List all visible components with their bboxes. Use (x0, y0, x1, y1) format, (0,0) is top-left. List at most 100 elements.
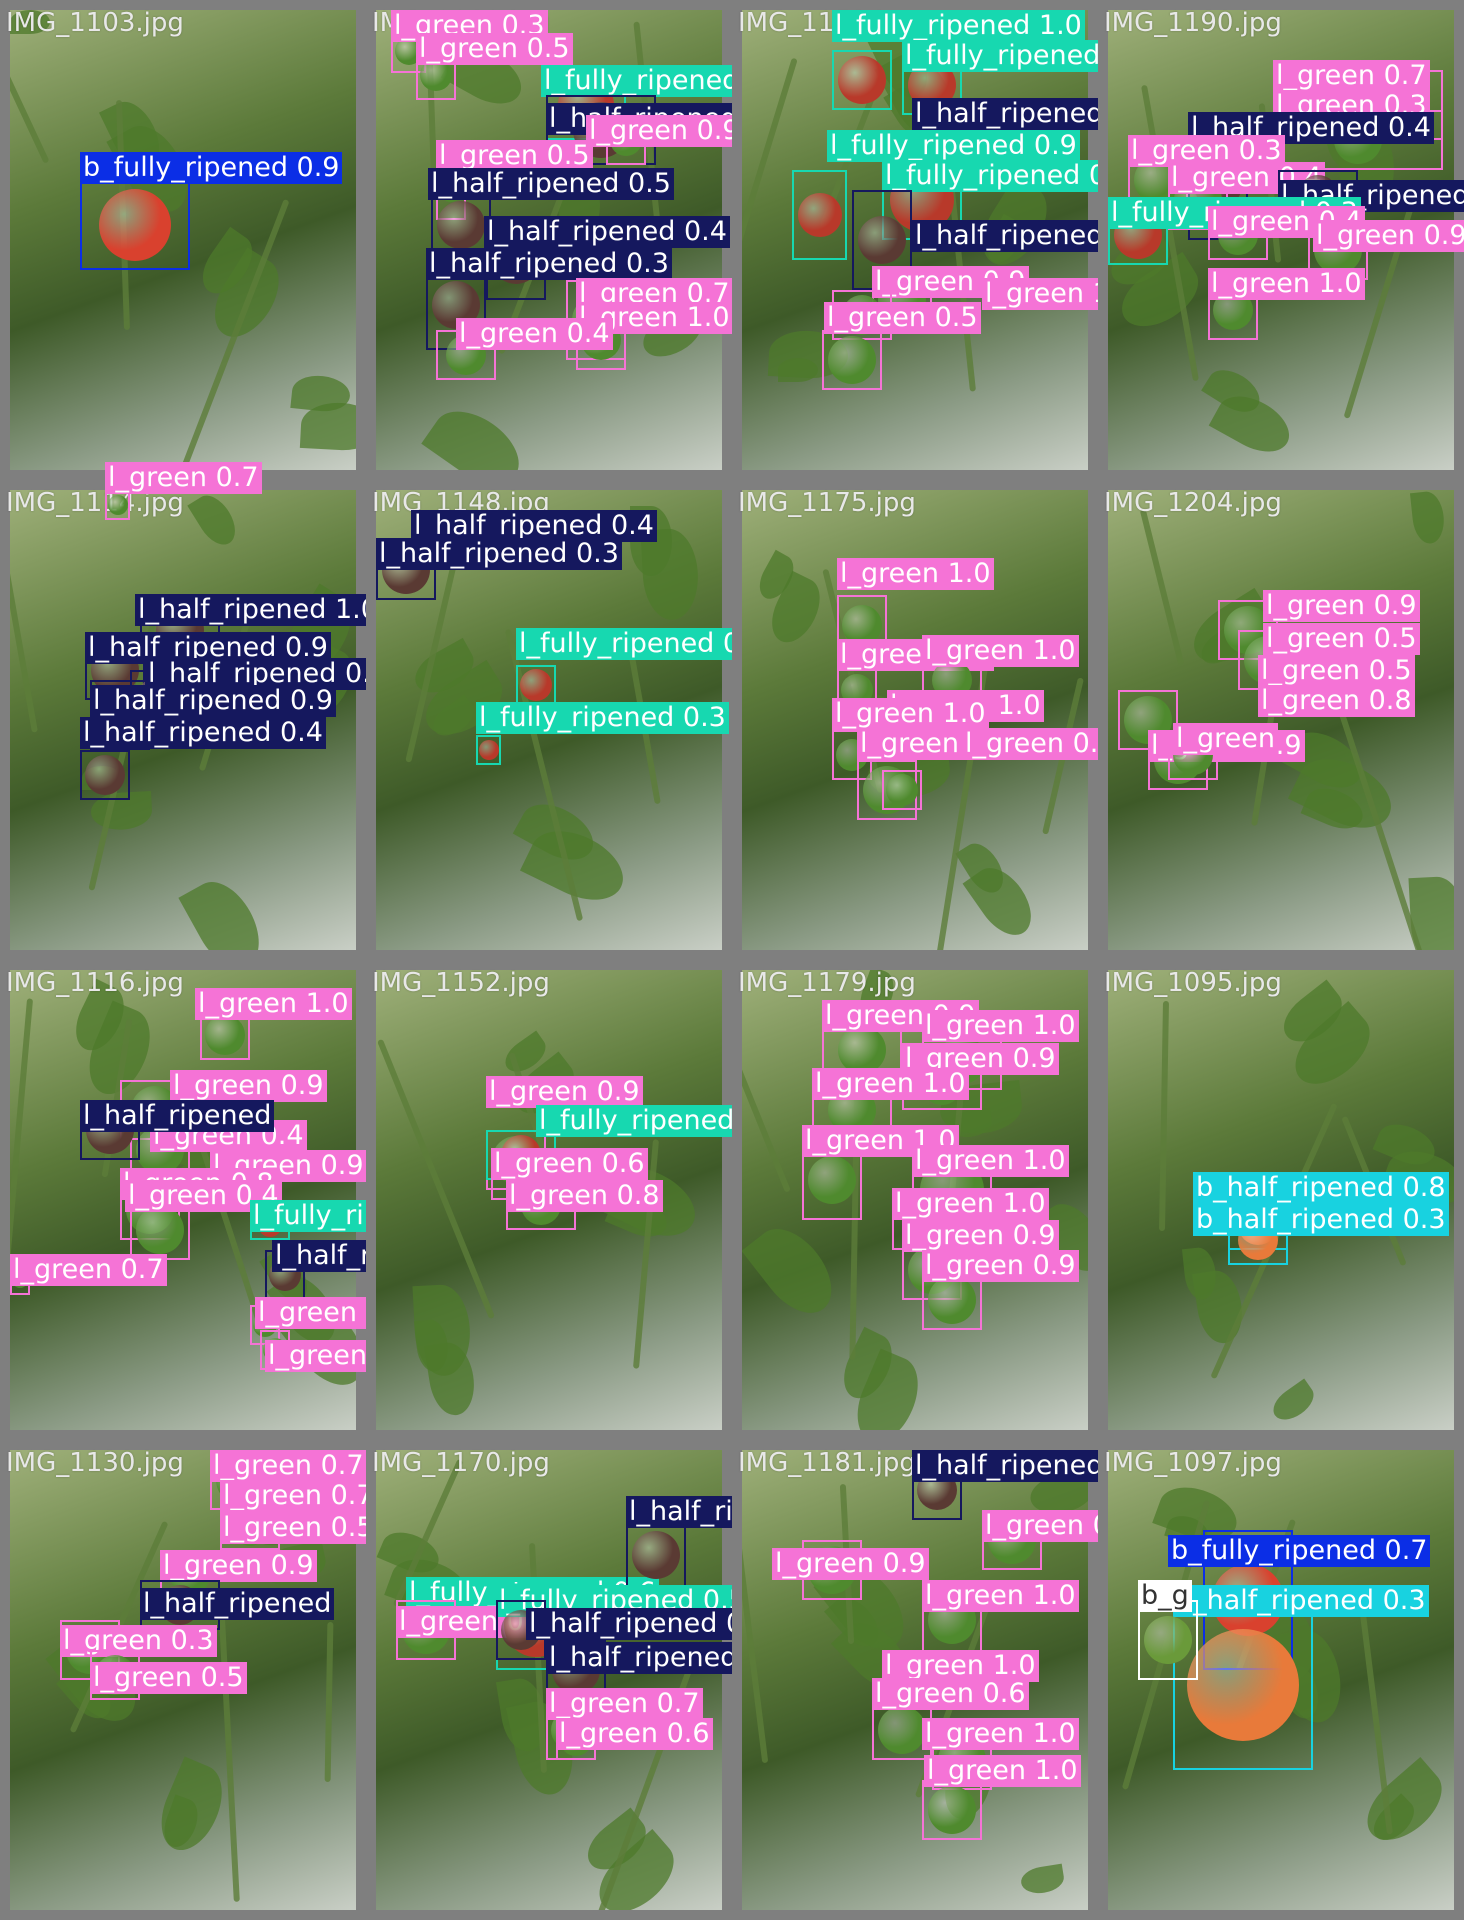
image-filename: IMG_1130.jpg (6, 1448, 184, 1478)
detection-label: l_green 0.5 (220, 1512, 377, 1544)
stem (377, 1038, 495, 1320)
detection-label: l_half_ripened 0.3 (376, 538, 622, 570)
bounding-box (80, 750, 130, 800)
detection-label: l_green 0.7 (10, 1254, 167, 1286)
bounding-box (516, 665, 556, 705)
image-filename: IMG_1175.jpg (738, 488, 916, 518)
image-tile: IMG_1170.jpgl_fully_ripened 0.6l_green 0… (366, 1440, 821, 1920)
image-filename: IMG_1103.jpg (6, 8, 184, 38)
bounding-box (792, 170, 847, 260)
image-filename: IMG_1095.jpg (1104, 968, 1282, 998)
detection-label: l_green 1.0 (922, 635, 1079, 667)
detection-label: l_green 1.0 (195, 988, 352, 1020)
bounding-box (832, 50, 892, 110)
detection-label: l_green 0.9 (962, 728, 1119, 760)
detection-label: l_green 0.9 (922, 1250, 1079, 1282)
detection-label: l_fully_ripened 0.9 (827, 130, 1080, 162)
detection-label: l_fully_ripened 1.0 (832, 10, 1085, 42)
image-tile: IMG_1204.jpg l_green 0.9 l_green 0.5 l_gree… (1098, 480, 1464, 960)
detection-label: b_fully_ripened 0.9 (80, 152, 343, 184)
image-filename: IMG_1181.jpg (738, 1448, 916, 1478)
detection-label: l_green 0.9 (160, 1550, 317, 1582)
bounding-box (80, 180, 190, 270)
detection-label: l_green 0.9 (1313, 220, 1464, 252)
stem (1158, 1000, 1170, 1232)
image-tile: IMG_1181.jpg l_half_ripened 0.6 l_green 0.… (732, 1440, 1158, 1920)
detection-label: l_green 0.9 (1263, 590, 1420, 622)
detection-label: l_green 0.8 (506, 1180, 663, 1212)
detection-label: l_fully_ripened 0.4 (516, 628, 769, 660)
stem (1139, 508, 1185, 666)
bounding-box (882, 770, 922, 810)
image-tile: IMG_1148.jpg l_half_ripened 0.4 l_half_rip… (366, 480, 769, 960)
image-tile: IMG_1116.jpg l_green 1.0 l_green 0.9 l_gree… (0, 960, 518, 1440)
detection-label: l_green 1.0 (912, 1145, 1069, 1177)
detection-label: l_green 0.7 (105, 462, 262, 494)
image-tile: IMG_1103.jpg b_fully_ripened 0.9 (0, 0, 366, 480)
detection-label: l_green 1.0 (892, 1188, 1049, 1220)
detection-label: l_green 1.0 (812, 1068, 969, 1100)
stem (10, 998, 34, 1298)
detection-label: l_green 0.5 (1263, 623, 1420, 655)
image-tile: IMG_1114.jpg l_green 0.7 l_half_ripened 1.… (0, 462, 391, 960)
leaf (1354, 1756, 1454, 1854)
image-tile: IMG_1101.jpgl_green 0.3l_green 0.5l_full… (366, 0, 794, 480)
stem (324, 1621, 334, 1783)
detection-label: l_half_ripened 0.4 (484, 216, 730, 248)
detection-label: l_green 0.5 (416, 33, 573, 65)
leaf (1019, 1863, 1066, 1897)
leaf (149, 1756, 234, 1860)
detection-label: l_green 0.7 (210, 1450, 367, 1482)
stem (218, 1602, 240, 1902)
detection-label: l_green 1.0 (924, 1755, 1081, 1787)
detection-label: l_green 1.0 (1208, 268, 1365, 300)
detection-label: b_half_ripened 0.8 (1193, 1172, 1449, 1204)
image-tile: IMG_1179.jpg l_green 0.9 l_green 1.0 l_gree… (732, 960, 1098, 1440)
detection-label: l_half_ripened (140, 1588, 335, 1620)
detection-label: l_green 0.8 (1258, 685, 1415, 717)
bounding-box (922, 1780, 982, 1840)
detection-label: l_green 0.5 (824, 302, 981, 334)
leaf (742, 1215, 847, 1327)
detection-label: l_green 0.7 (220, 1480, 377, 1512)
detection-label: l_green 0.6 (872, 1678, 1029, 1710)
image-tile: IMG_1175.jpg l_green 1.0 l_green 1.0 l_gree… (732, 480, 1119, 960)
image-filename: IMG_1116.jpg (6, 968, 184, 998)
detection-label: b_half_ripened 0.3 (1193, 1204, 1449, 1236)
leaf (1267, 1378, 1320, 1427)
detection-label: l_half_ripened 1.0 (135, 594, 381, 626)
detection-mosaic: IMG_1103.jpg b_fully_ripened 0.9 IMG_1101.… (0, 0, 1464, 1920)
image-tile: IMG_1095.jpg b_half_ripened 0.8 b_half_rip… (1098, 960, 1464, 1440)
detection-label: l_half_ripened 0.4 (80, 717, 326, 749)
leaf (186, 490, 244, 552)
detection-label: l_green 1.0 (922, 1580, 1079, 1612)
detection-label: l_green 0.9 (772, 1548, 929, 1580)
detection-label: l_green 0.5 (1258, 655, 1415, 687)
leaf (1409, 490, 1447, 546)
bounding-box (476, 735, 501, 765)
detection-label: l_half_ripened 0.9 (90, 685, 336, 717)
detection-label: l_green 1.0 (922, 1718, 1079, 1750)
image-filename: IMG_1190.jpg (1104, 8, 1282, 38)
image-filename: IMG_1152.jpg (372, 968, 550, 998)
image-filename: IMG_1204.jpg (1104, 488, 1282, 518)
image-tile: IMG_1152.jpg l_green 0.9 l_fully_ripened 0… (366, 960, 789, 1440)
detection-label: l_green 0.7 (1273, 60, 1430, 92)
detection-label: l_fully_ripened 0.9 (882, 160, 1135, 192)
stem (10, 505, 38, 733)
detection-label: l_green 1.0 (832, 698, 989, 730)
detection-label: l_green 0.5 (90, 1662, 247, 1694)
stem (10, 16, 50, 164)
detection-label: l_green (1173, 723, 1278, 755)
image-tile: IMG_1130.jpg l_green 0.7 l_green 0.7 l_gree… (0, 1440, 377, 1920)
bounding-box (822, 330, 882, 390)
detection-label: l_half_ripened 0.3 (426, 248, 672, 280)
leaf (421, 396, 532, 470)
stem (742, 57, 798, 347)
detection-label: b_g (1138, 1580, 1192, 1612)
image-tile: IMG_1190.jpg l_green 0.7 l_green 0.3 l_half… (1098, 0, 1464, 480)
bounding-box (626, 1520, 686, 1590)
image-filename: IMG_1170.jpg (372, 1448, 550, 1478)
image-filename: IMG_1179.jpg (738, 968, 916, 998)
detection-label: l_half_ripened (912, 220, 1107, 252)
